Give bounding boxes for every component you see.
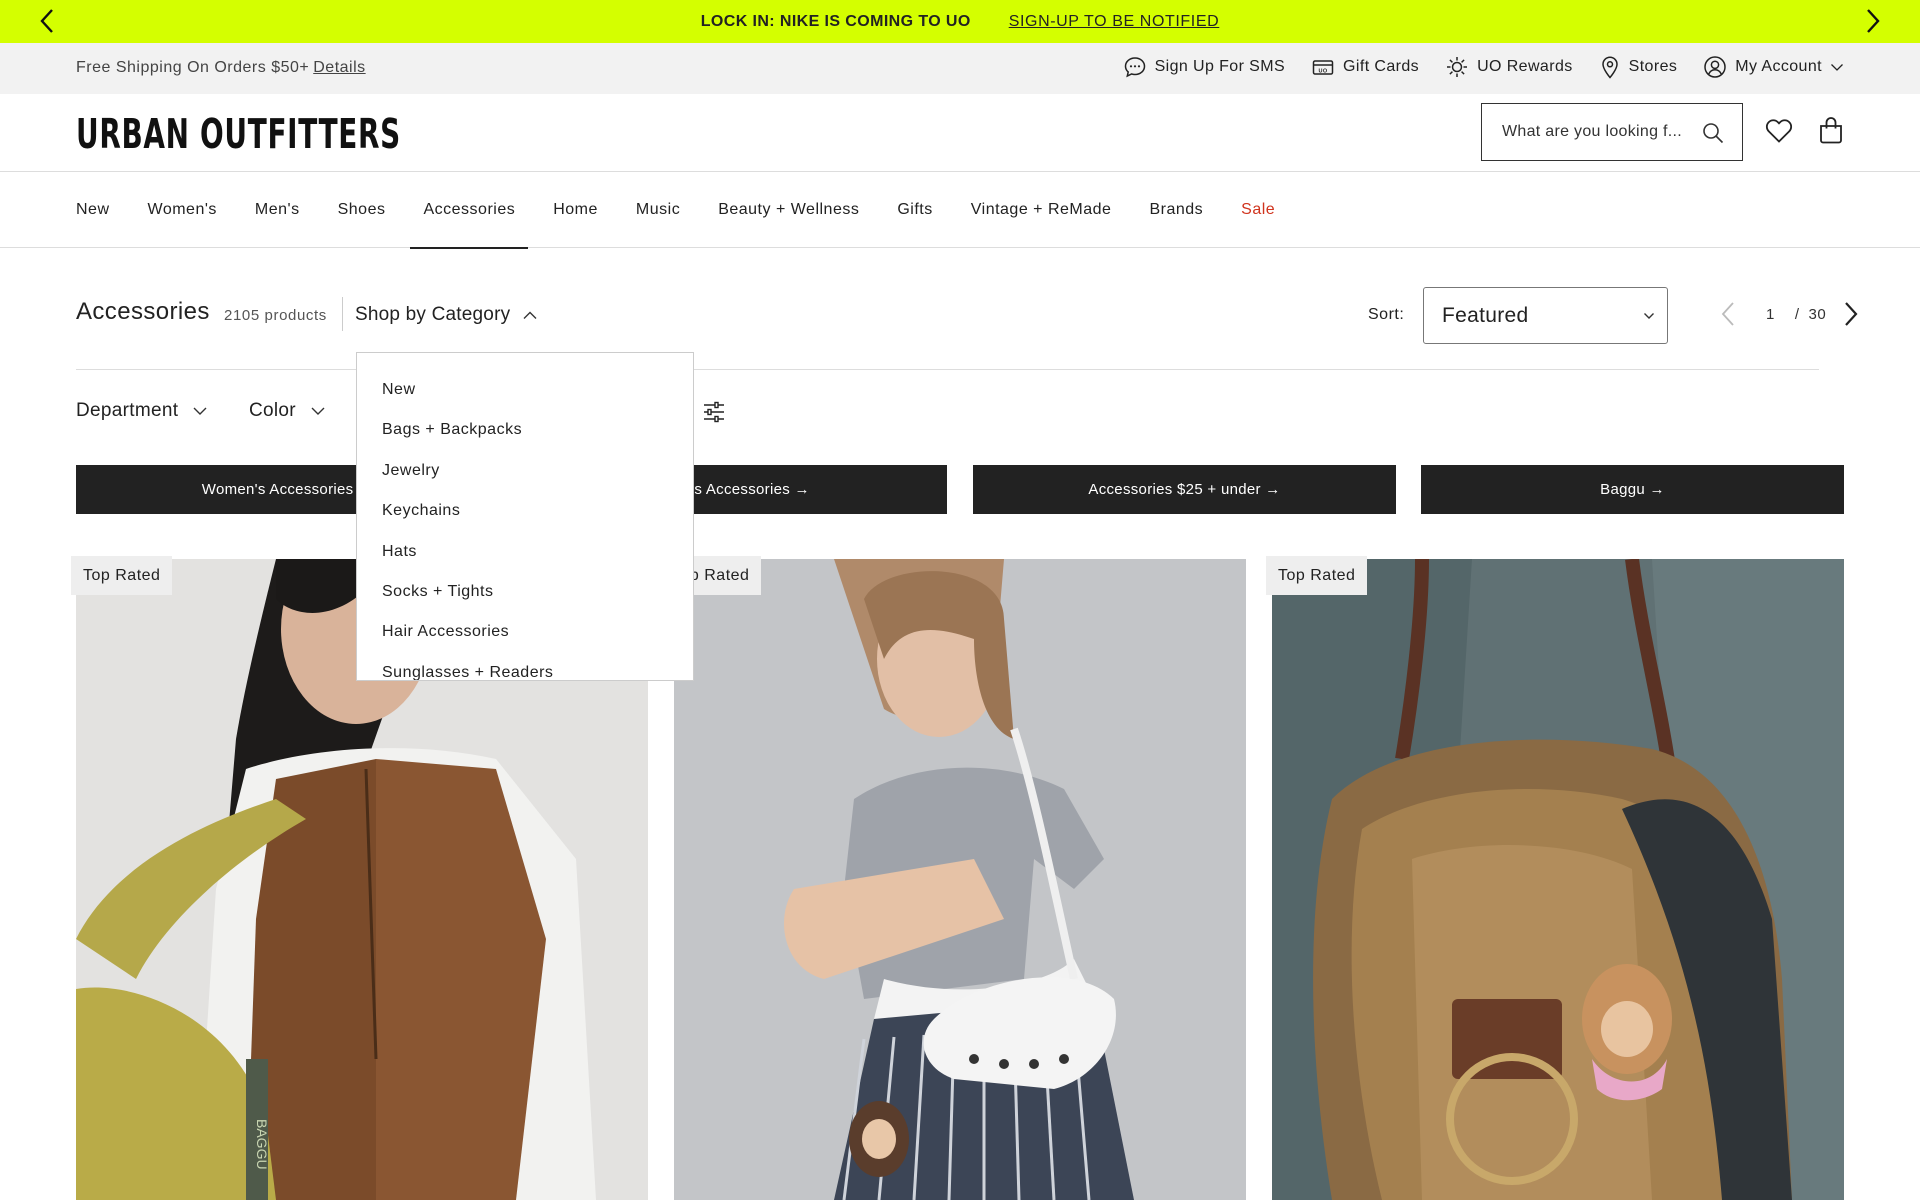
department-filter-label: Department xyxy=(76,400,179,421)
chevron-down-icon xyxy=(1831,64,1843,71)
nav-item-womens[interactable]: Women's xyxy=(135,172,230,248)
shopping-bag-icon[interactable] xyxy=(1818,116,1844,149)
color-filter-label: Color xyxy=(249,400,296,421)
sort-label: Sort: xyxy=(1368,306,1405,323)
pagination: 1 / 30 xyxy=(1720,299,1859,329)
uo-rewards-link[interactable]: UO Rewards xyxy=(1445,55,1573,79)
chevron-down-icon xyxy=(193,407,207,415)
title-divider xyxy=(342,297,343,331)
sms-signup-link[interactable]: Sign Up For SMS xyxy=(1123,55,1285,79)
product-image-3[interactable] xyxy=(1272,559,1844,1200)
sort-select[interactable]: Featured xyxy=(1423,287,1668,344)
free-shipping-text: Free Shipping On Orders $50+ xyxy=(76,59,310,76)
page-separator: / xyxy=(1794,305,1800,323)
gift-cards-link[interactable]: UO Gift Cards xyxy=(1311,55,1419,79)
nav-item-beauty-wellness[interactable]: Beauty + Wellness xyxy=(705,172,872,248)
chevron-up-icon xyxy=(523,311,537,319)
gift-card-icon: UO xyxy=(1312,60,1334,75)
promo-next-arrow-icon[interactable] xyxy=(1858,6,1888,36)
product-count: 2105 products xyxy=(224,307,327,324)
chat-bubble-icon xyxy=(1124,57,1145,78)
stores-label: Stores xyxy=(1628,58,1678,75)
dropdown-item-sunglasses-readers[interactable]: Sunglasses + Readers xyxy=(357,664,693,680)
prev-page-arrow-icon[interactable] xyxy=(1720,301,1736,327)
top-rated-badge: Top Rated xyxy=(71,556,173,595)
site-logo[interactable]: URBAN OUTFITTERS xyxy=(76,110,401,158)
nav-item-home[interactable]: Home xyxy=(540,172,611,248)
utility-links: Sign Up For SMS UO Gift Cards UO Rewards… xyxy=(1123,55,1844,79)
utility-bar: Free Shipping On Orders $50+ Details Sign… xyxy=(0,43,1920,94)
toolbar-divider xyxy=(76,369,1819,370)
stores-link[interactable]: Stores xyxy=(1599,55,1678,79)
svg-text:UO: UO xyxy=(1319,68,1328,74)
department-filter[interactable]: Department xyxy=(76,400,208,422)
nav-item-sale[interactable]: Sale xyxy=(1228,172,1288,248)
svg-text:BAGGU: BAGGU xyxy=(254,1119,270,1170)
site-header: URBAN OUTFITTERS xyxy=(0,94,1920,172)
dropdown-item-bags-backpacks[interactable]: Bags + Backpacks xyxy=(357,421,693,461)
dropdown-item-jewelry[interactable]: Jewelry xyxy=(357,462,693,502)
dropdown-item-hats[interactable]: Hats xyxy=(357,543,693,583)
nav-item-vintage-remade[interactable]: Vintage + ReMade xyxy=(958,172,1125,248)
shop-by-category-toggle[interactable]: Shop by Category xyxy=(355,304,538,326)
nav-item-gifts[interactable]: Gifts xyxy=(884,172,945,248)
nav-item-shoes[interactable]: Shoes xyxy=(325,172,399,248)
main-nav: New Women's Men's Shoes Accessories Home… xyxy=(0,172,1920,249)
top-rated-badge: Top Rated xyxy=(1266,556,1368,595)
sort-selected-value: Featured xyxy=(1442,303,1529,327)
sun-burst-icon xyxy=(1447,57,1468,77)
promo-prev-arrow-icon[interactable] xyxy=(32,6,62,36)
total-pages: 30 xyxy=(1808,305,1827,323)
search-box[interactable] xyxy=(1481,103,1743,161)
user-circle-icon xyxy=(1704,56,1727,78)
nav-item-accessories[interactable]: Accessories xyxy=(410,172,528,249)
chevron-down-icon xyxy=(1644,313,1654,319)
my-account-label: My Account xyxy=(1735,58,1822,75)
category-button-accessories-under-25[interactable]: Accessories $25 + under → xyxy=(973,465,1396,514)
uo-rewards-label: UO Rewards xyxy=(1477,58,1573,75)
filter-sliders-icon[interactable] xyxy=(703,401,725,428)
shop-by-category-dropdown: New Bags + Backpacks Jewelry Keychains H… xyxy=(356,352,694,681)
map-pin-icon xyxy=(1601,56,1618,79)
promo-signup-link[interactable]: SIGN-UP TO BE NOTIFIED xyxy=(1009,13,1220,31)
category-button-baggu[interactable]: Baggu → xyxy=(1421,465,1844,514)
promo-bar: LOCK IN: NIKE IS COMING TO UO SIGN-UP TO… xyxy=(0,0,1920,43)
current-page: 1 xyxy=(1766,305,1775,323)
chevron-down-icon xyxy=(311,407,325,415)
sms-signup-label: Sign Up For SMS xyxy=(1154,58,1286,75)
color-filter[interactable]: Color xyxy=(249,400,326,422)
nav-item-mens[interactable]: Men's xyxy=(242,172,313,248)
nav-item-brands[interactable]: Brands xyxy=(1136,172,1216,248)
shipping-details-link[interactable]: Details xyxy=(313,59,365,76)
dropdown-item-hair-accessories[interactable]: Hair Accessories xyxy=(357,623,693,663)
free-shipping-notice: Free Shipping On Orders $50+ Details xyxy=(76,59,366,77)
page-title: Accessories xyxy=(76,298,210,325)
dropdown-item-keychains[interactable]: Keychains xyxy=(357,502,693,542)
search-icon[interactable] xyxy=(1702,122,1724,149)
product-image-2[interactable] xyxy=(674,559,1246,1200)
dropdown-item-socks-tights[interactable]: Socks + Tights xyxy=(357,583,693,623)
wishlist-heart-icon[interactable] xyxy=(1765,118,1793,149)
search-input[interactable] xyxy=(1502,123,1698,141)
gift-cards-label: Gift Cards xyxy=(1343,58,1420,75)
nav-item-music[interactable]: Music xyxy=(623,172,693,248)
nav-item-new[interactable]: New xyxy=(76,172,123,248)
promo-message: LOCK IN: NIKE IS COMING TO UO xyxy=(700,12,971,30)
shop-by-category-label: Shop by Category xyxy=(355,304,511,325)
next-page-arrow-icon[interactable] xyxy=(1843,301,1859,327)
my-account-link[interactable]: My Account xyxy=(1703,55,1844,79)
dropdown-item-new[interactable]: New xyxy=(357,381,693,421)
